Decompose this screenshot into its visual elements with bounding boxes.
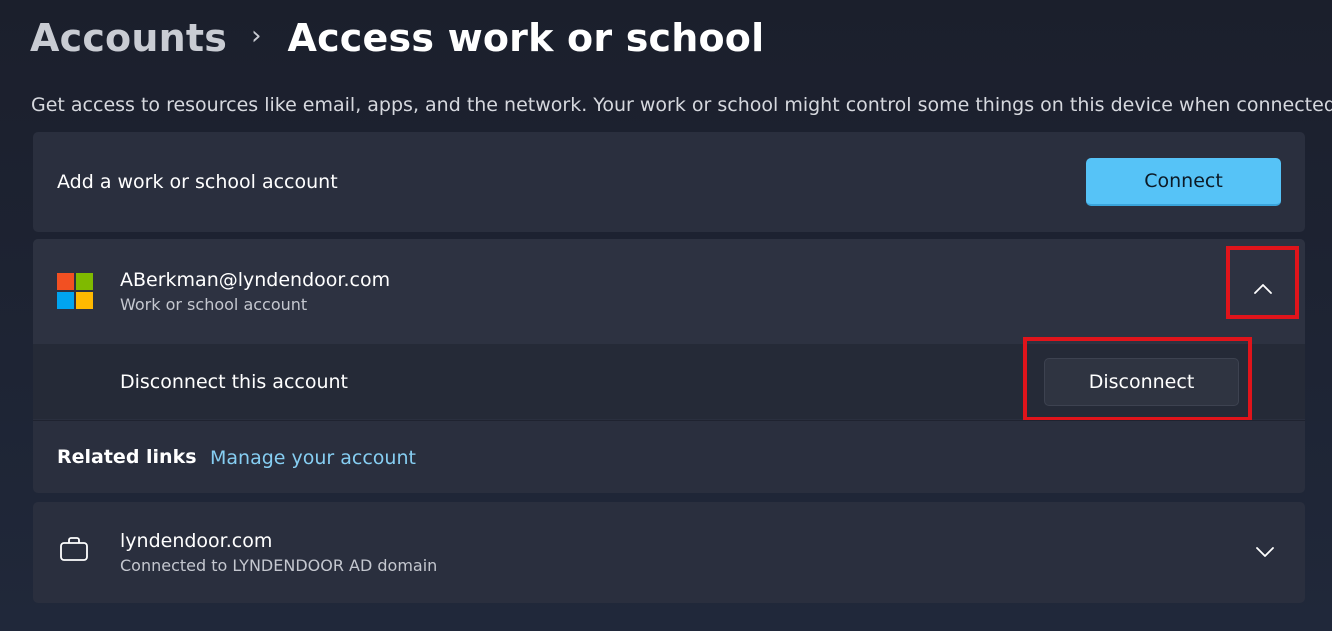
chevron-down-icon	[1256, 547, 1274, 557]
add-account-card: Add a work or school account Connect	[33, 132, 1305, 232]
add-account-label: Add a work or school account	[57, 171, 338, 193]
domain-status: Connected to LYNDENDOOR AD domain	[120, 556, 438, 575]
collapse-account-button[interactable]	[1231, 257, 1295, 321]
account-expanded-panel: Disconnect this account Disconnect	[33, 337, 1305, 421]
disconnect-label: Disconnect this account	[120, 371, 348, 393]
chevron-up-icon	[1254, 284, 1272, 294]
account-card: ABerkman@lyndendoor.com Work or school a…	[33, 239, 1305, 493]
page-title: Access work or school	[287, 16, 765, 60]
breadcrumb: Accounts › Access work or school	[30, 10, 764, 66]
connect-button[interactable]: Connect	[1086, 158, 1281, 206]
settings-page: Accounts › Access work or school Get acc…	[0, 0, 1332, 631]
related-links-label: Related links	[57, 446, 197, 468]
disconnect-button[interactable]: Disconnect	[1044, 358, 1239, 406]
page-description: Get access to resources like email, apps…	[31, 94, 1332, 116]
domain-card[interactable]: lyndendoor.com Connected to LYNDENDOOR A…	[33, 502, 1305, 603]
account-email: ABerkman@lyndendoor.com	[120, 269, 391, 291]
domain-name: lyndendoor.com	[120, 530, 273, 552]
breadcrumb-accounts[interactable]: Accounts	[30, 16, 227, 60]
briefcase-icon	[60, 537, 88, 561]
expand-domain-button[interactable]	[1251, 538, 1279, 566]
related-links-row: Related links Manage your account	[33, 420, 1305, 493]
account-type: Work or school account	[120, 295, 308, 314]
microsoft-logo-icon	[57, 273, 93, 309]
account-header[interactable]: ABerkman@lyndendoor.com Work or school a…	[33, 239, 1305, 344]
manage-account-link[interactable]: Manage your account	[210, 447, 416, 469]
breadcrumb-separator-icon: ›	[251, 21, 262, 51]
